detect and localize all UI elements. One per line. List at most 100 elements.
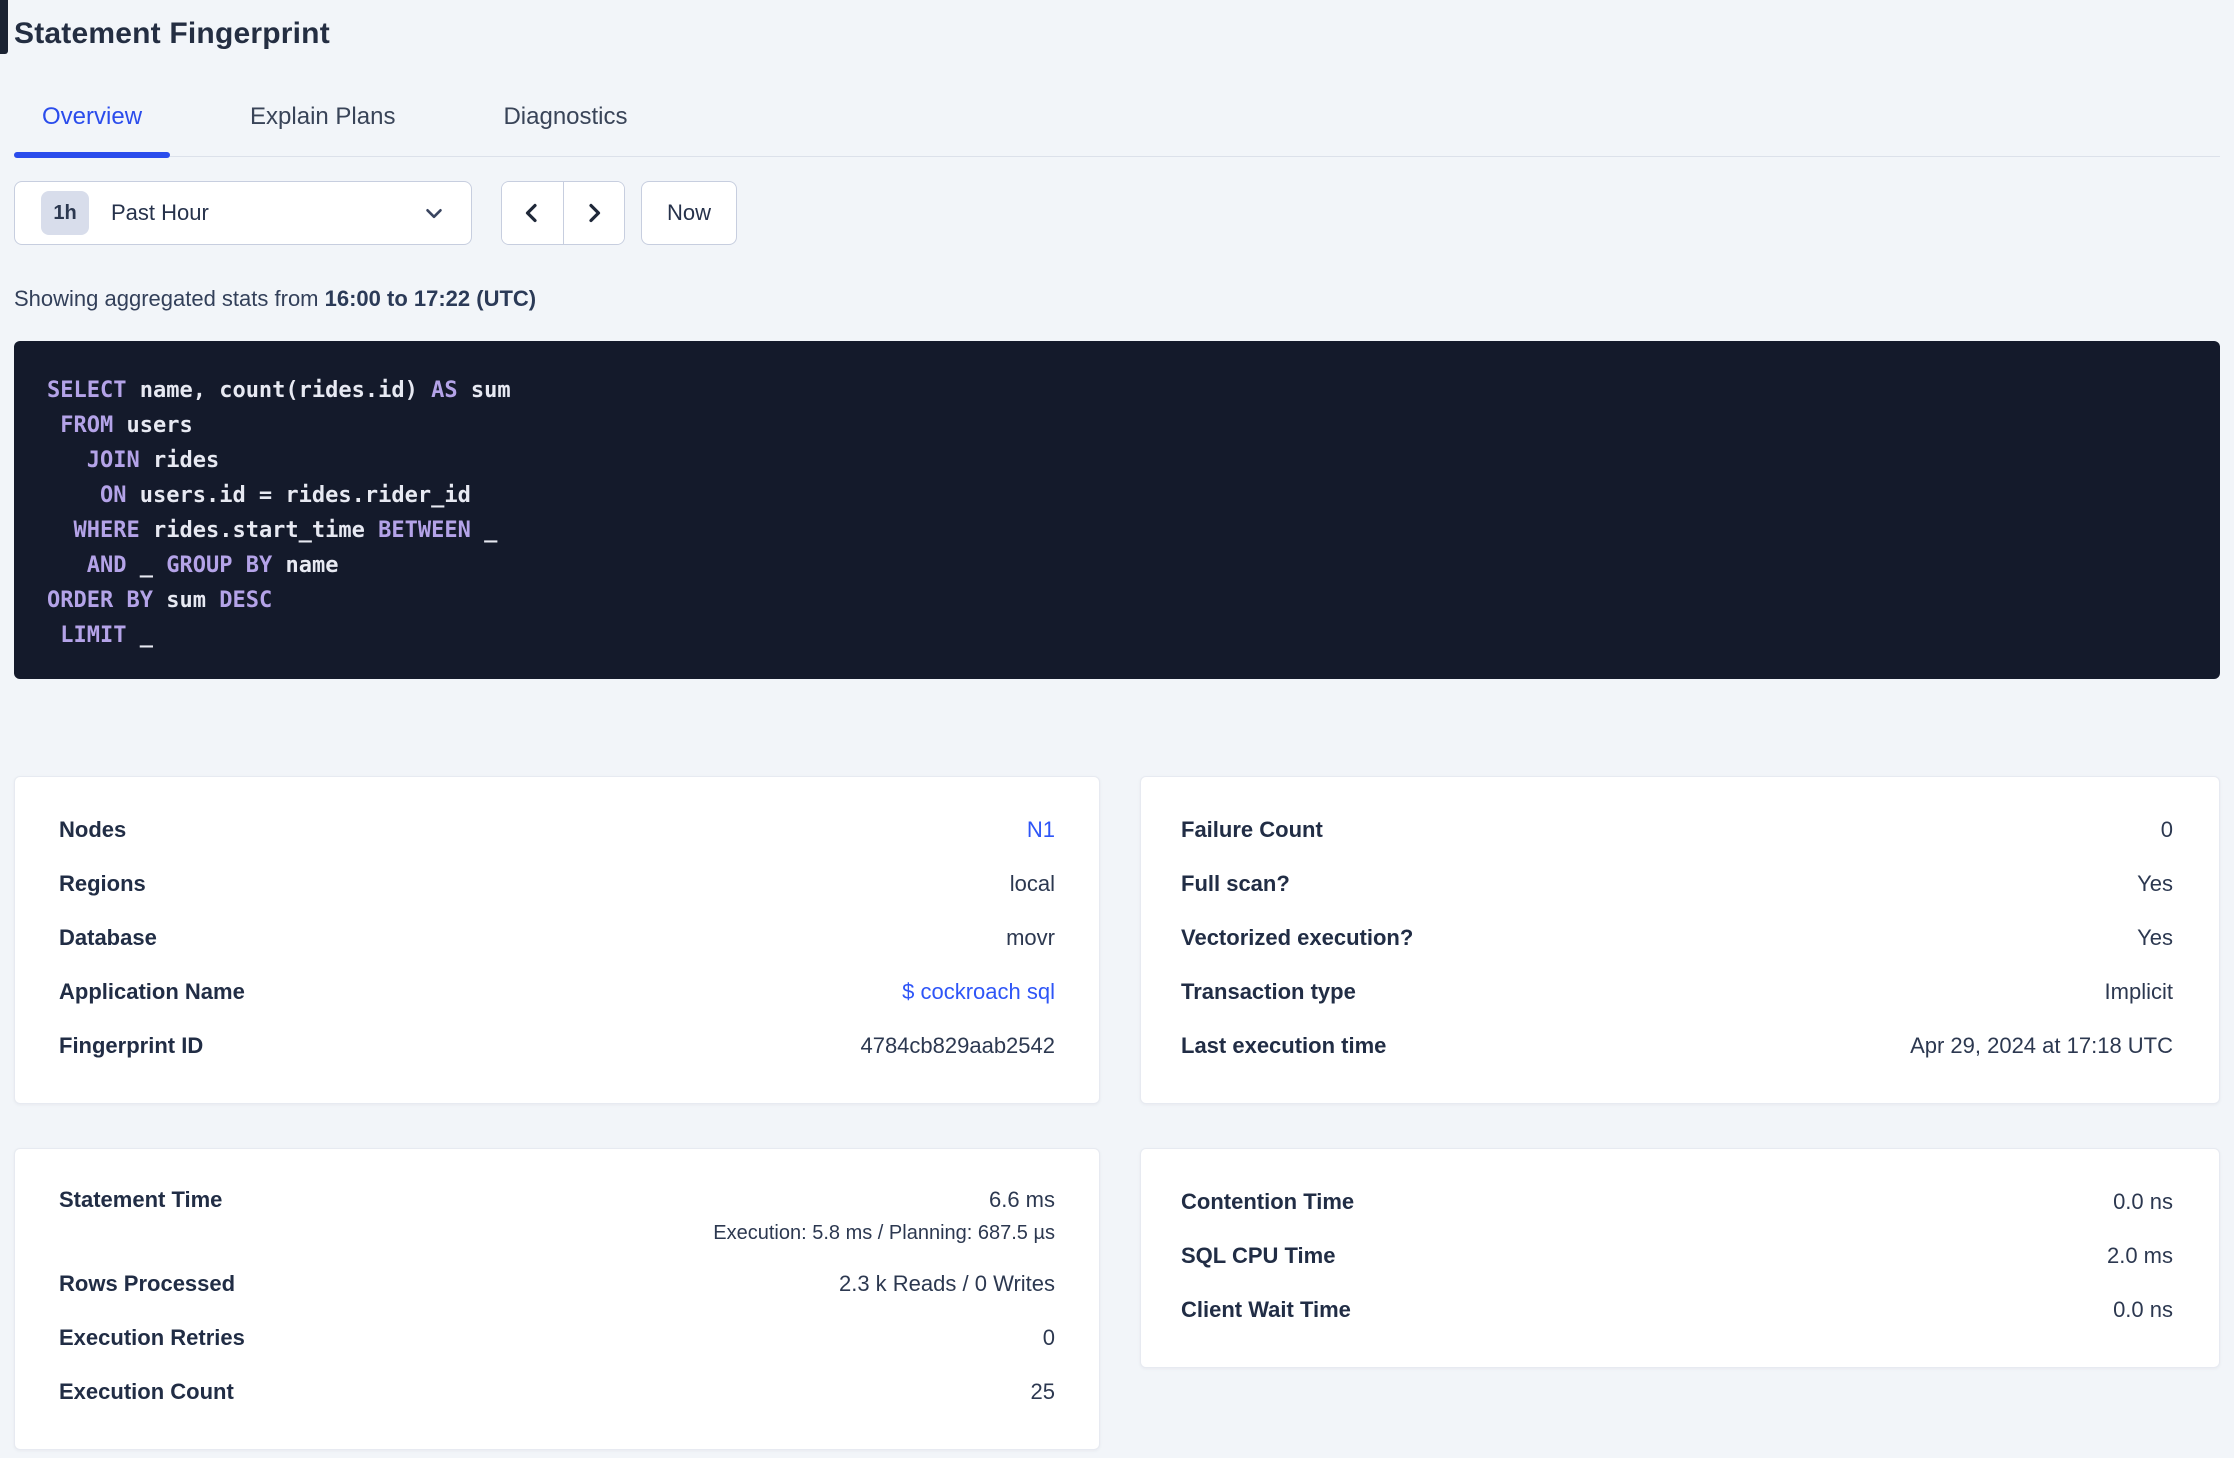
stat-value-wrap: Implicit	[2105, 979, 2173, 1005]
sql-line: WHERE rides.start_time BETWEEN _	[47, 513, 2186, 548]
sql-token: JOIN	[86, 448, 140, 473]
sql-token: AS	[431, 378, 458, 403]
sql-token: name	[272, 553, 339, 578]
sql-line: ON users.id = rides.rider_id	[47, 478, 2186, 513]
sql-token: sum	[457, 378, 511, 403]
stats-caption-range: 16:00 to 17:22 (UTC)	[324, 286, 537, 311]
time-interval-dropdown[interactable]: 1h Past Hour	[14, 181, 472, 245]
stat-label: Rows Processed	[59, 1271, 236, 1296]
stat-value: 0	[2160, 817, 2173, 842]
interval-step-group	[501, 181, 625, 245]
sql-statement-box: SELECT name, count(rides.id) AS sum FROM…	[14, 341, 2220, 679]
stat-value: Implicit	[2104, 979, 2173, 1004]
stat-value-wrap: 0	[2161, 817, 2173, 843]
stat-value-wrap: N1	[1027, 817, 1055, 843]
sql-token: _	[470, 518, 498, 543]
sql-statement: SELECT name, count(rides.id) AS sum FROM…	[47, 373, 2186, 653]
stat-label: Vectorized execution?	[1181, 925, 1414, 950]
stat-value-wrap: $ cockroach sql	[902, 979, 1055, 1005]
stat-value: Yes	[2137, 925, 2173, 950]
stat-row: Vectorized execution? Yes	[1181, 911, 2173, 965]
stat-label: Nodes	[59, 817, 127, 842]
chevron-right-icon	[582, 200, 606, 226]
stat-value-wrap: 4784cb829aab2542	[860, 1033, 1055, 1059]
stat-row: Regions local	[59, 857, 1055, 911]
stat-subvalue: Execution: 5.8 ms / Planning: 687.5 µs	[713, 1222, 1055, 1244]
sql-token: name, count(rides.id)	[126, 378, 432, 403]
stat-label: Application Name	[59, 979, 245, 1004]
stat-value: Apr 29, 2024 at 17:18 UTC	[1910, 1033, 2173, 1058]
statement-fingerprint-page: Statement Fingerprint Overview Explain P…	[0, 0, 2234, 1458]
now-button[interactable]: Now	[641, 181, 737, 245]
stat-value-wrap: Yes	[2137, 871, 2173, 897]
sql-token: SELECT	[47, 378, 127, 403]
sql-token: WHERE	[73, 518, 140, 543]
stat-row: Client Wait Time 0.0 ns	[1181, 1283, 2173, 1337]
chevron-down-icon	[421, 200, 447, 226]
tab-bar: Overview Explain Plans Diagnostics	[14, 102, 2220, 158]
sql-token: BETWEEN	[378, 518, 471, 543]
sql-token: users	[113, 413, 193, 438]
stat-value: 2.3 k Reads / 0 Writes	[838, 1271, 1055, 1296]
tab-diagnostics-label: Diagnostics	[503, 103, 628, 130]
stat-value: 0.0 ns	[2113, 1189, 2173, 1214]
stat-label: Contention Time	[1181, 1189, 1355, 1214]
stat-label: Regions	[59, 871, 146, 896]
stat-row: Failure Count 0	[1181, 803, 2173, 857]
sql-token: _	[126, 623, 153, 648]
stat-row: Transaction type Implicit	[1181, 965, 2173, 1019]
stat-value-wrap: 0	[1043, 1325, 1055, 1351]
next-interval-button[interactable]	[562, 182, 624, 244]
stat-row: SQL CPU Time 2.0 ms	[1181, 1229, 2173, 1283]
sql-token: FROM	[60, 413, 114, 438]
stat-row: Application Name $ cockroach sql	[59, 965, 1055, 1019]
sql-token: users.id = rides.rider_id	[126, 483, 471, 508]
stat-value-wrap: 2.3 k Reads / 0 Writes	[839, 1271, 1055, 1297]
sql-line: JOIN rides	[47, 443, 2186, 478]
stat-value-wrap: 6.6 ms Execution: 5.8 ms / Planning: 687.…	[713, 1187, 1055, 1245]
time-controls: 1h Past Hour Now	[14, 181, 2220, 245]
stat-value-wrap: 0.0 ns	[2113, 1297, 2173, 1323]
sql-token: LIMIT	[60, 623, 127, 648]
now-button-label: Now	[666, 200, 711, 225]
tab-overview[interactable]: Overview	[14, 102, 171, 158]
stat-row: Nodes N1	[59, 803, 1055, 857]
sql-token: ORDER BY	[47, 588, 153, 613]
stat-row: Rows Processed 2.3 k Reads / 0 Writes	[59, 1257, 1055, 1311]
stat-value-link[interactable]: $ cockroach sql	[902, 979, 1055, 1004]
sql-token: ON	[99, 483, 127, 508]
stat-label: Failure Count	[1181, 817, 1323, 842]
stat-label: Execution Count	[59, 1379, 234, 1404]
sql-line: SELECT name, count(rides.id) AS sum	[47, 373, 2186, 408]
stat-value-link[interactable]: N1	[1027, 817, 1055, 842]
sql-token: AND	[86, 553, 127, 578]
statement-details-card: Nodes N1 Regions local Database movr Applicati…	[14, 776, 1100, 1104]
sql-token: sum	[152, 588, 220, 613]
stat-value-wrap: movr	[1006, 925, 1055, 951]
stat-row: Execution Retries 0	[59, 1311, 1055, 1365]
stat-value-wrap: local	[1010, 871, 1055, 897]
prev-interval-button[interactable]	[502, 182, 563, 244]
stat-label: Statement Time	[59, 1187, 223, 1212]
stat-row: Full scan? Yes	[1181, 857, 2173, 911]
stat-value-wrap: Yes	[2137, 925, 2173, 951]
tab-overview-label: Overview	[42, 103, 143, 130]
stat-label: Database	[59, 925, 157, 950]
stat-value: Yes	[2137, 871, 2173, 896]
stat-value: 0.0 ns	[2113, 1297, 2173, 1322]
stat-value: 2.0 ms	[2106, 1243, 2173, 1268]
stats-caption-prefix: Showing aggregated stats from	[14, 286, 325, 311]
stat-row: Execution Count 25	[59, 1365, 1055, 1419]
stat-value-wrap: Apr 29, 2024 at 17:18 UTC	[1910, 1033, 2173, 1059]
stat-label: Transaction type	[1181, 979, 1356, 1004]
tab-diagnostics[interactable]: Diagnostics	[475, 102, 655, 156]
stat-value: 0	[1042, 1325, 1055, 1350]
stat-value: 6.6 ms	[988, 1187, 1055, 1212]
tab-explain-plans[interactable]: Explain Plans	[222, 102, 423, 156]
